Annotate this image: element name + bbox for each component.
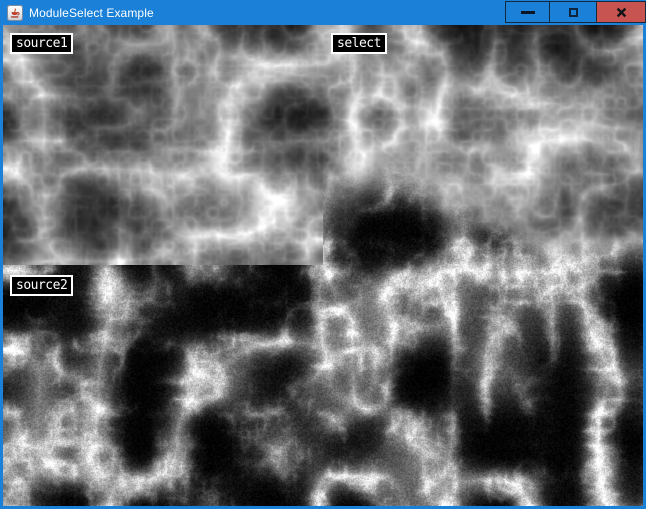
minimize-icon xyxy=(521,11,535,14)
source2-image xyxy=(3,265,323,506)
window-title: ModuleSelect Example xyxy=(29,6,154,20)
source2-label: source2 xyxy=(10,275,73,296)
close-button[interactable] xyxy=(596,1,646,23)
maximize-button[interactable] xyxy=(549,1,597,23)
source1-image xyxy=(3,25,323,265)
app-window: ModuleSelect Example source1 select sour… xyxy=(0,0,646,509)
close-icon xyxy=(616,7,627,18)
window-controls xyxy=(506,1,646,23)
maximize-icon xyxy=(569,8,578,17)
java-coffee-cup-icon xyxy=(7,5,23,21)
minimize-button[interactable] xyxy=(505,1,550,23)
render-client-area: source1 select source2 xyxy=(3,25,643,506)
titlebar[interactable]: ModuleSelect Example xyxy=(0,0,646,25)
source1-label: source1 xyxy=(10,33,73,54)
select-label: select xyxy=(331,33,387,54)
